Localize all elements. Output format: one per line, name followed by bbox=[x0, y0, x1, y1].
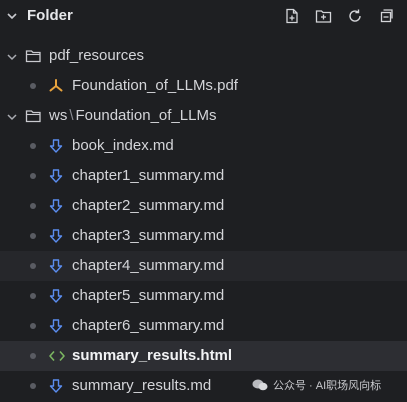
tree-file-chapter1[interactable]: chapter1_summary.md bbox=[0, 161, 407, 191]
tree-file-label: summary_results.md bbox=[72, 377, 212, 394]
tree-file-book-index[interactable]: book_index.md bbox=[0, 131, 407, 161]
folder-label-prefix: ws bbox=[49, 107, 68, 124]
tree-folder-ws-foundation[interactable]: ws \ Foundation_of_LLMs bbox=[0, 101, 407, 131]
download-arrow-icon bbox=[49, 379, 63, 393]
chevron-down-icon[interactable] bbox=[6, 10, 18, 22]
folder-open-icon bbox=[25, 110, 41, 123]
tree-file-chapter5[interactable]: chapter5_summary.md bbox=[0, 281, 407, 311]
tree-file-chapter6[interactable]: chapter6_summary.md bbox=[0, 311, 407, 341]
tree-file-label: summary_results.html bbox=[72, 347, 233, 364]
watermark-text: 公众号 · AI职场风向标 bbox=[273, 380, 382, 392]
folder-open-icon bbox=[25, 50, 41, 63]
watermark: 公众号 · AI职场风向标 bbox=[252, 377, 381, 393]
indent-dot bbox=[30, 323, 36, 329]
tree-folder-pdf-resources[interactable]: pdf_resources bbox=[0, 41, 407, 71]
download-arrow-icon bbox=[49, 259, 63, 273]
new-file-icon bbox=[286, 8, 298, 24]
tree-folder-label: ws \ Foundation_of_LLMs bbox=[49, 107, 216, 124]
indent-dot bbox=[30, 83, 36, 89]
indent-dot bbox=[30, 173, 36, 179]
tree-file-label: chapter4_summary.md bbox=[72, 257, 225, 274]
path-separator: \ bbox=[69, 107, 74, 124]
tree-file-chapter4[interactable]: chapter4_summary.md bbox=[0, 251, 407, 281]
indent-dot bbox=[30, 383, 36, 389]
tree-file-label: chapter5_summary.md bbox=[72, 287, 225, 304]
code-brackets-icon bbox=[49, 350, 65, 362]
new-file-button[interactable] bbox=[282, 6, 302, 26]
explorer-title: Folder bbox=[27, 7, 73, 24]
file-explorer-panel: Folder pdf_resources Foundation_of_LLMs.… bbox=[0, 0, 407, 402]
tree-file-label: chapter1_summary.md bbox=[72, 167, 225, 184]
pdf-link-icon bbox=[49, 79, 63, 92]
new-folder-button[interactable] bbox=[313, 6, 333, 26]
indent-dot bbox=[30, 233, 36, 239]
tree-file-label: chapter2_summary.md bbox=[72, 197, 225, 214]
indent-dot bbox=[30, 143, 36, 149]
indent-dot bbox=[30, 353, 36, 359]
chevron-down-icon[interactable] bbox=[6, 51, 18, 63]
indent-dot bbox=[30, 203, 36, 209]
collapse-all-button[interactable] bbox=[376, 6, 396, 26]
indent-dot bbox=[30, 263, 36, 269]
chevron-down-icon[interactable] bbox=[6, 111, 18, 123]
download-arrow-icon bbox=[49, 319, 63, 333]
download-arrow-icon bbox=[49, 169, 63, 183]
tree-file-pdf[interactable]: Foundation_of_LLMs.pdf bbox=[0, 71, 407, 101]
tree-file-label: chapter3_summary.md bbox=[72, 227, 225, 244]
tree-file-chapter3[interactable]: chapter3_summary.md bbox=[0, 221, 407, 251]
refresh-button[interactable] bbox=[345, 6, 365, 26]
tree-file-label: Foundation_of_LLMs.pdf bbox=[72, 77, 238, 94]
wechat-icon bbox=[252, 379, 268, 391]
indent-dot bbox=[30, 293, 36, 299]
explorer-header[interactable]: Folder bbox=[0, 0, 407, 32]
download-arrow-icon bbox=[49, 199, 63, 213]
tree-file-label: chapter6_summary.md bbox=[72, 317, 225, 334]
download-arrow-icon bbox=[49, 289, 63, 303]
folder-label-rest: Foundation_of_LLMs bbox=[75, 107, 217, 124]
new-folder-icon bbox=[315, 10, 331, 23]
tree-file-label: book_index.md bbox=[72, 137, 174, 154]
download-arrow-icon bbox=[49, 229, 63, 243]
refresh-icon bbox=[349, 9, 361, 22]
download-arrow-icon bbox=[49, 139, 63, 153]
collapse-all-icon bbox=[380, 9, 393, 23]
tree-file-chapter2[interactable]: chapter2_summary.md bbox=[0, 191, 407, 221]
tree-folder-label: pdf_resources bbox=[49, 47, 145, 64]
tree-file-summary-html[interactable]: summary_results.html bbox=[0, 341, 407, 371]
